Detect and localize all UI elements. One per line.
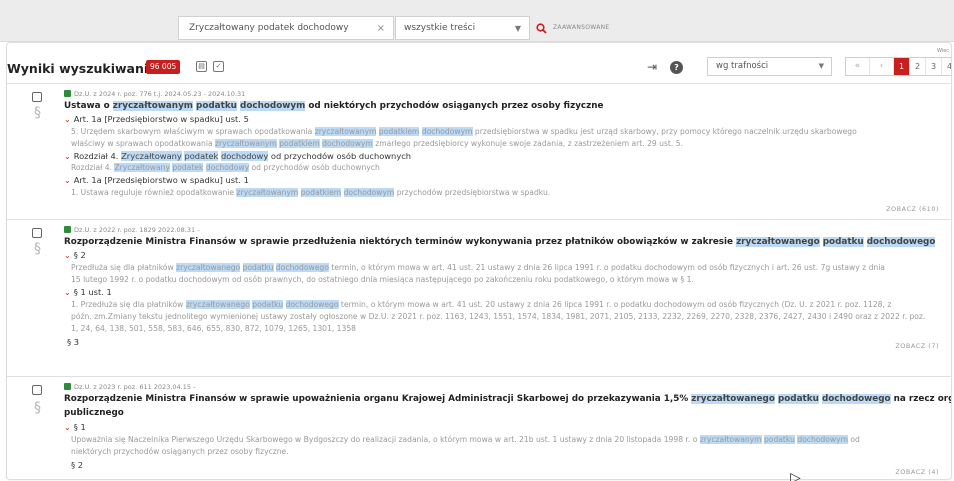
document-icon [64,90,71,97]
sort-select[interactable]: wg trafności ▼ [707,57,832,76]
section-link[interactable]: § 2 [71,460,83,470]
scope-select[interactable]: wszystkie treści ▼ [395,16,530,40]
see-more-link[interactable]: ZOBACZ (4) [895,468,939,476]
result-title-line[interactable]: publicznego [64,407,124,420]
page-2-button[interactable]: 2 [910,58,926,75]
snippet: Upoważnia się Naczelnika Pierwszego Urzę… [71,435,860,456]
result-meta: Dz.U. z 2024 r. poz. 776 t.j. 2024.05.23… [64,90,245,98]
snippet: 5. Urzędem skarbowym właściwym w sprawac… [71,127,857,148]
pagination: « ‹ 1 2 3 4 5 [845,57,951,76]
page-1-button[interactable]: 1 [894,58,910,75]
advanced-search-link[interactable]: ZAAWANSOWANE [553,24,609,31]
chevron-down-icon: ⌄ [64,288,71,297]
document-icon [64,226,71,233]
result-checkbox[interactable] [32,92,42,102]
results-count-badge: 96 005 [146,60,181,74]
section-link[interactable]: ⌄ Art. 1a [Przedsiębiorstwo w spadku] ust… [64,175,249,185]
see-more-link[interactable]: ZOBACZ (610) [886,205,939,213]
document-icon [64,383,71,390]
first-page-button[interactable]: « [846,58,870,75]
see-more-link[interactable]: ZOBACZ (7) [895,342,939,350]
section-link[interactable]: ⌄ § 1 ust. 1 [64,287,112,297]
results-panel: Wyniki wyszukiwania 96 005 ▤ ✓ ⇥ ? wg tr… [6,42,952,480]
page-title: Wyniki wyszukiwania [7,61,157,76]
prev-page-button[interactable]: ‹ [870,58,894,75]
paragraph-icon: § [34,105,41,121]
result-title[interactable]: Ustawa o zryczałtowanym podatku dochodow… [64,100,604,113]
save-icon[interactable]: ▤ [196,61,207,72]
page-3-button[interactable]: 3 [926,58,942,75]
section-link[interactable]: ⌄ § 2 [64,250,86,260]
export-icon[interactable]: ⇥ [647,60,657,74]
snippet: 1. Ustawa reguluje również opodatkowanie… [71,188,551,197]
result-checkbox[interactable] [32,385,42,395]
divider [7,219,951,220]
results-header: Wyniki wyszukiwania 96 005 ▤ ✓ ⇥ ? wg tr… [7,48,951,83]
paragraph-icon: § [34,241,41,257]
help-icon[interactable]: ? [670,61,683,74]
result-title[interactable]: Rozporządzenie Ministra Finansów w spraw… [64,393,951,406]
result-checkbox[interactable] [32,228,42,238]
chevron-down-icon: ⌄ [64,423,71,432]
chevron-down-icon: ▼ [514,23,521,33]
section-link[interactable]: ⌄ Art. 1a [Przedsiębiorstwo w spadku] ust… [64,114,249,124]
search-icon [535,22,547,34]
pager-label: Wiec [937,48,950,54]
clear-icon[interactable]: × [377,23,385,34]
select-all-icon[interactable]: ✓ [213,61,224,72]
search-bar: Zryczałtowany podatek dochodowy × wszyst… [0,0,954,42]
result-title[interactable]: Rozporządzenie Ministra Finansów w spraw… [64,236,936,249]
snippet: Rozdział 4. Zryczałtowany podatek dochod… [71,163,380,172]
section-link[interactable]: ⌄ § 1 [64,422,86,432]
paragraph-icon: § [34,400,41,416]
chevron-down-icon: ⌄ [64,152,71,161]
chevron-down-icon: ⌄ [64,176,71,185]
divider [7,376,951,377]
section-link[interactable]: ⌄ Rozdział 4. Zryczałtowany podatek docho… [64,151,411,161]
search-input[interactable]: Zryczałtowany podatek dochodowy × [178,16,394,40]
result-meta: Dz.U. z 2022 r. poz. 1829 2022.08.31 - [64,226,200,234]
result-meta: Dz.U. z 2023 r. poz. 611 2023.04.15 - [64,383,195,391]
snippet: 1. Przedłuża się dla płatników zryczałto… [71,300,926,333]
search-button[interactable] [533,16,549,40]
scope-value: wszystkie treści [404,23,476,33]
search-query: Zryczałtowany podatek dochodowy [189,23,349,33]
sort-value: wg trafności [716,61,769,71]
chevron-down-icon: ⌄ [64,251,71,260]
page-4-button[interactable]: 4 [942,58,951,75]
divider [7,83,951,84]
section-link[interactable]: § 3 [64,337,79,347]
cursor-icon: ▷ [790,470,801,481]
chevron-down-icon: ▼ [818,62,824,70]
chevron-down-icon: ⌄ [64,115,71,124]
snippet: Przedłuża się dla płatników zryczałtowan… [71,263,885,284]
